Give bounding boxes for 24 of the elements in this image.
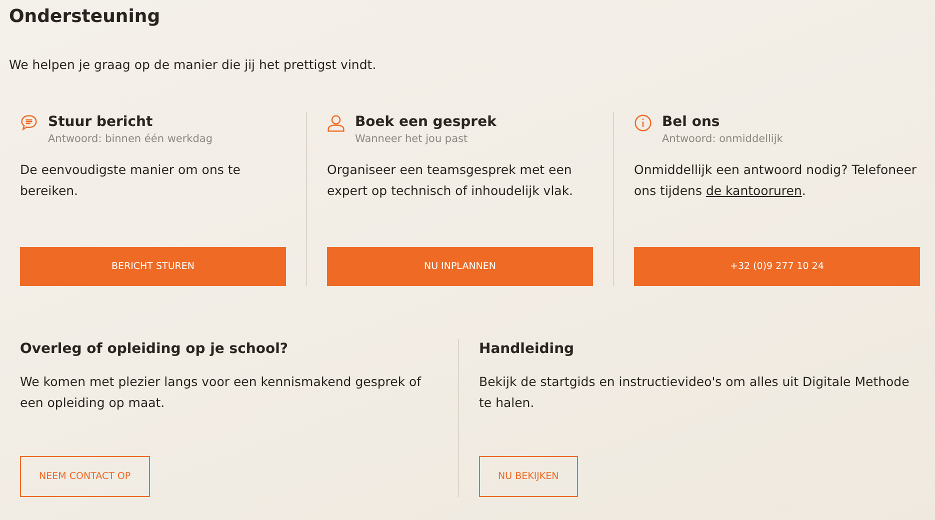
section-description: Bekijk de startgids en instructievideo's om alles uit Digitale Methode te halen. <box>479 373 910 412</box>
card-action-button[interactable]: NU INPLANNEN <box>327 247 593 286</box>
office-hours-link[interactable]: de kantooruren <box>706 183 802 198</box>
card-description: Organiseer een teamsgesprek met een expert op technisch of inhoudelijk vlak. <box>327 161 574 200</box>
card-title: Bel ons <box>662 114 721 130</box>
card-description: Onmiddellijk een antwoord nodig? Telefoneer ons tijdens de kantooruren. <box>634 161 918 200</box>
card-title: Stuur bericht <box>48 114 154 130</box>
section-action-button[interactable]: NU BEKIJKEN <box>479 456 578 497</box>
card-action-button[interactable]: +32 (0)9 277 10 24 <box>634 247 920 286</box>
card-subtitle: Antwoord: onmiddellijk <box>662 133 783 145</box>
card-description: De eenvoudigste manier om ons te bereiken. <box>20 161 242 200</box>
info-icon <box>634 114 652 132</box>
page-title: Ondersteuning <box>9 6 162 27</box>
section-title: Overleg of opleiding op je school? <box>20 341 290 357</box>
card-action-button[interactable]: BERICHT STUREN <box>20 247 286 286</box>
speech-bubble-icon <box>20 114 38 132</box>
intro-text: We helpen je graag op de manier die jij het prettigst vindt. <box>9 57 378 72</box>
section-description: We komen met plezier langs voor een kennismakend gesprek of een opleiding op maat. <box>20 373 422 412</box>
section-action-button[interactable]: NEEM CONTACT OP <box>20 456 150 497</box>
person-icon <box>327 114 345 132</box>
card-subtitle: Wanneer het jou past <box>355 133 469 145</box>
card-title: Boek een gesprek <box>355 114 496 130</box>
card-subtitle: Antwoord: binnen één werkdag <box>48 133 213 145</box>
section-title: Handleiding <box>479 341 576 357</box>
